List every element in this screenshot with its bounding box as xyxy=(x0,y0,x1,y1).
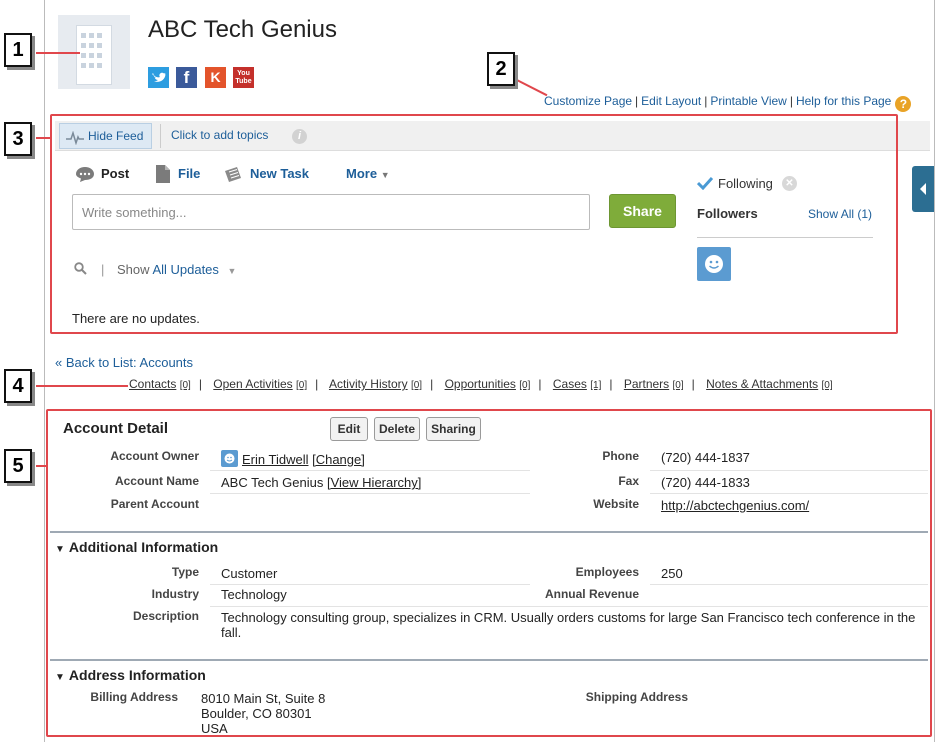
related-link-open-activities[interactable]: Open Activities xyxy=(213,377,292,391)
related-link-cases[interactable]: Cases xyxy=(553,377,587,391)
help-link[interactable]: Help for this Page xyxy=(796,94,891,108)
facebook-icon[interactable]: f xyxy=(176,67,197,88)
klout-icon[interactable]: K xyxy=(205,67,226,88)
related-link-notes-attachments[interactable]: Notes & Attachments xyxy=(706,377,818,391)
help-icon[interactable]: ? xyxy=(895,96,912,112)
callout-1: 1 xyxy=(4,33,32,67)
edit-layout-link[interactable]: Edit Layout xyxy=(641,94,701,108)
back-to-list-link[interactable]: « Back to List: Accounts xyxy=(55,355,193,370)
related-link-opportunities[interactable]: Opportunities xyxy=(445,377,516,391)
printable-view-link[interactable]: Printable View xyxy=(710,94,787,108)
youtube-icon[interactable]: You Tube xyxy=(233,67,254,88)
related-link-activity-history[interactable]: Activity History xyxy=(329,377,408,391)
callout-box-3 xyxy=(50,114,898,334)
related-list-links: Contacts [0] | Open Activities [0] | Activ… xyxy=(129,377,833,391)
customize-page-link[interactable]: Customize Page xyxy=(544,94,632,108)
sidebar-toggle[interactable] xyxy=(912,166,934,212)
callout-line-3 xyxy=(36,137,52,139)
related-link-contacts[interactable]: Contacts xyxy=(129,377,176,391)
page-title: ABC Tech Genius xyxy=(148,16,337,43)
callout-3: 3 xyxy=(4,122,32,156)
page-links: Customize Page | Edit Layout | Printable Vie… xyxy=(544,94,912,112)
callout-line-5 xyxy=(36,465,48,467)
callout-box-5 xyxy=(46,409,932,737)
twitter-icon[interactable] xyxy=(148,67,169,88)
callout-5: 5 xyxy=(4,449,32,483)
callout-4: 4 xyxy=(4,369,32,403)
callout-2: 2 xyxy=(487,52,515,86)
callout-line-4 xyxy=(36,385,128,387)
callout-line-1 xyxy=(36,52,80,54)
related-link-partners[interactable]: Partners xyxy=(624,377,669,391)
